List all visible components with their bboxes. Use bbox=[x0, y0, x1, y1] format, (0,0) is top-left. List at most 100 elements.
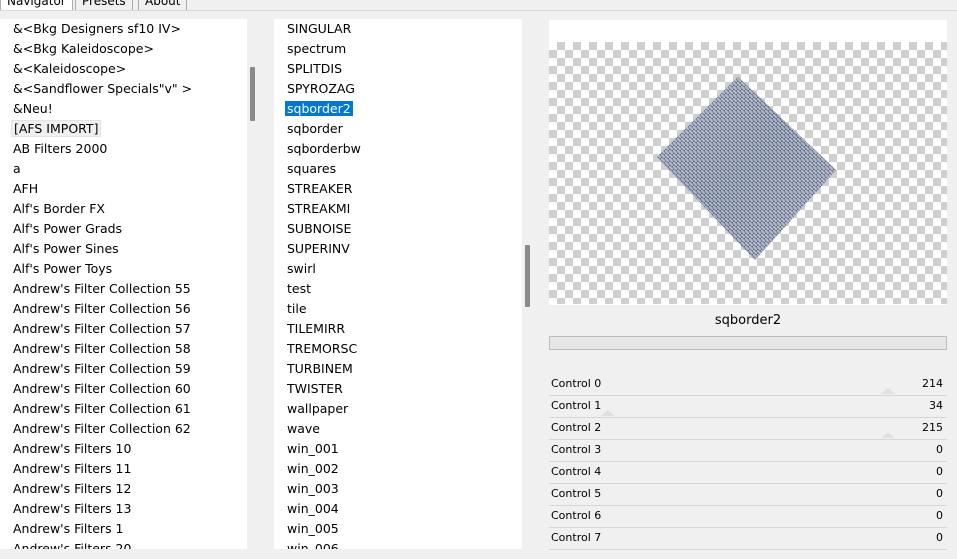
slider-handle[interactable] bbox=[601, 410, 615, 416]
filter-item-label: STREAKER bbox=[287, 181, 353, 196]
filter-item[interactable]: win_002 bbox=[274, 459, 363, 479]
category-item-label: Andrew's Filters 11 bbox=[13, 461, 132, 476]
category-item[interactable]: Alf's Power Grads bbox=[0, 219, 194, 239]
filter-scroll-thumb[interactable] bbox=[525, 245, 530, 307]
category-item[interactable]: Andrew's Filters 11 bbox=[0, 459, 194, 479]
category-item-label: &Neu! bbox=[13, 101, 53, 116]
category-item[interactable]: Andrew's Filters 13 bbox=[0, 499, 194, 519]
control-slider[interactable]: Control 2 215 bbox=[549, 418, 947, 440]
filter-item[interactable]: wave bbox=[274, 419, 363, 439]
filter-item-label: SPLITDIS bbox=[287, 61, 343, 76]
slider-handle[interactable] bbox=[881, 432, 895, 438]
category-item-label: Alf's Border FX bbox=[13, 201, 105, 216]
filter-item-label: squares bbox=[287, 161, 337, 176]
control-label: Control 6 bbox=[551, 509, 602, 522]
filter-item[interactable]: TREMORSC bbox=[274, 339, 363, 359]
filter-item-label: swirl bbox=[287, 261, 316, 276]
filter-item[interactable]: SINGULAR bbox=[274, 19, 363, 39]
control-slider[interactable]: Control 0 214 bbox=[549, 374, 947, 396]
category-item[interactable]: Andrew's Filter Collection 57 bbox=[0, 319, 194, 339]
filter-item[interactable]: win_001 bbox=[274, 439, 363, 459]
category-item[interactable]: AFH bbox=[0, 179, 194, 199]
filter-item[interactable]: SPLITDIS bbox=[274, 59, 363, 79]
category-item-label: &<Bkg Kaleidoscope> bbox=[13, 41, 154, 56]
filter-item-label: wallpaper bbox=[287, 401, 349, 416]
category-item[interactable]: Andrew's Filters 1 bbox=[0, 519, 194, 539]
control-slider[interactable]: Control 7 0 bbox=[549, 528, 947, 550]
filter-item-label: win_006 bbox=[287, 541, 339, 549]
filter-items: SINGULAR spectrum SPLITDIS SPYROZAG sqborder… bbox=[274, 19, 363, 549]
filter-item[interactable]: TWISTER bbox=[274, 379, 363, 399]
filter-item[interactable]: SUPERINV bbox=[274, 239, 363, 259]
filter-item[interactable]: wallpaper bbox=[274, 399, 363, 419]
category-item[interactable]: &<Bkg Designers sf10 IV> bbox=[0, 19, 194, 39]
slider-handle[interactable] bbox=[881, 388, 895, 394]
filter-item-label: STREAKMI bbox=[287, 201, 351, 216]
category-item[interactable]: AB Filters 2000 bbox=[0, 139, 194, 159]
category-item[interactable]: Andrew's Filter Collection 59 bbox=[0, 359, 194, 379]
filter-item-label: wave bbox=[287, 421, 320, 436]
filter-item-label: SUPERINV bbox=[287, 241, 350, 256]
filter-item[interactable]: STREAKMI bbox=[274, 199, 363, 219]
category-item[interactable]: Andrew's Filters 12 bbox=[0, 479, 194, 499]
tab-navigator[interactable]: Navigator bbox=[0, 0, 73, 10]
category-item-label: &<Bkg Designers sf10 IV> bbox=[13, 21, 181, 36]
category-item[interactable]: Andrew's Filter Collection 60 bbox=[0, 379, 194, 399]
category-item[interactable]: &<Kaleidoscope> bbox=[0, 59, 194, 79]
category-item[interactable]: Andrew's Filter Collection 55 bbox=[0, 279, 194, 299]
category-item[interactable]: Alf's Border FX bbox=[0, 199, 194, 219]
filter-item[interactable]: SUBNOISE bbox=[274, 219, 363, 239]
category-item[interactable]: a bbox=[0, 159, 194, 179]
filter-item[interactable]: SPYROZAG bbox=[274, 79, 363, 99]
category-item-label: Andrew's Filter Collection 62 bbox=[13, 421, 191, 436]
category-item[interactable]: Andrew's Filter Collection 62 bbox=[0, 419, 194, 439]
control-value: 214 bbox=[922, 377, 943, 390]
filter-scrollbar[interactable] bbox=[522, 19, 538, 549]
filter-item[interactable]: tile bbox=[274, 299, 363, 319]
filter-item[interactable]: win_003 bbox=[274, 479, 363, 499]
filter-list[interactable]: SINGULAR spectrum SPLITDIS SPYROZAG sqborder… bbox=[274, 19, 522, 549]
category-item[interactable]: Andrew's Filters 10 bbox=[0, 439, 194, 459]
filter-item[interactable]: TILEMIRR bbox=[274, 319, 363, 339]
filter-item[interactable]: swirl bbox=[274, 259, 363, 279]
filter-item[interactable]: test bbox=[274, 279, 363, 299]
preview-transparency-grid bbox=[549, 42, 947, 304]
tab-about[interactable]: About bbox=[138, 0, 188, 10]
tab-presets[interactable]: Presets bbox=[75, 0, 133, 10]
category-item[interactable]: &<Sandflower Specials"v" > bbox=[0, 79, 194, 99]
control-slider[interactable]: Control 3 0 bbox=[549, 440, 947, 462]
filter-item[interactable]: win_006 bbox=[274, 539, 363, 549]
filter-item[interactable]: TURBINEM bbox=[274, 359, 363, 379]
category-item[interactable]: Andrew's Filter Collection 58 bbox=[0, 339, 194, 359]
control-slider[interactable]: Control 4 0 bbox=[549, 462, 947, 484]
category-item[interactable]: &Neu! bbox=[0, 99, 194, 119]
control-slider[interactable]: Control 6 0 bbox=[549, 506, 947, 528]
category-scroll-thumb[interactable] bbox=[250, 67, 255, 121]
control-label: Control 7 bbox=[551, 531, 602, 544]
filter-item[interactable]: sqborderbw bbox=[274, 139, 363, 159]
control-slider[interactable]: Control 1 34 bbox=[549, 396, 947, 418]
control-slider[interactable]: Control 5 0 bbox=[549, 484, 947, 506]
filter-item-label: sqborder bbox=[287, 121, 343, 136]
filter-item[interactable]: win_004 bbox=[274, 499, 363, 519]
category-item-label: Andrew's Filter Collection 55 bbox=[13, 281, 191, 296]
filter-item[interactable]: spectrum bbox=[274, 39, 363, 59]
category-list[interactable]: &<Bkg Designers sf10 IV> &<Bkg Kaleidosco… bbox=[0, 19, 247, 549]
filter-item[interactable]: win_005 bbox=[274, 519, 363, 539]
filter-item[interactable]: STREAKER bbox=[274, 179, 363, 199]
filter-item[interactable]: sqborder bbox=[274, 119, 363, 139]
category-item[interactable]: Andrew's Filters 20 bbox=[0, 539, 194, 549]
tab-divider bbox=[0, 10, 957, 11]
category-item[interactable]: Alf's Power Toys bbox=[0, 259, 194, 279]
filter-item[interactable]: sqborder2 bbox=[274, 99, 363, 119]
category-item[interactable]: Alf's Power Sines bbox=[0, 239, 194, 259]
category-item[interactable]: &<Bkg Kaleidoscope> bbox=[0, 39, 194, 59]
category-scrollbar[interactable] bbox=[247, 19, 263, 549]
category-item[interactable]: [AFS IMPORT] bbox=[0, 119, 194, 139]
filter-item[interactable]: squares bbox=[274, 159, 363, 179]
category-item[interactable]: Andrew's Filter Collection 61 bbox=[0, 399, 194, 419]
category-item[interactable]: Andrew's Filter Collection 56 bbox=[0, 299, 194, 319]
category-item-label: &<Kaleidoscope> bbox=[13, 61, 127, 76]
filter-title: sqborder2 bbox=[549, 308, 947, 334]
control-label: Control 0 bbox=[551, 377, 602, 390]
